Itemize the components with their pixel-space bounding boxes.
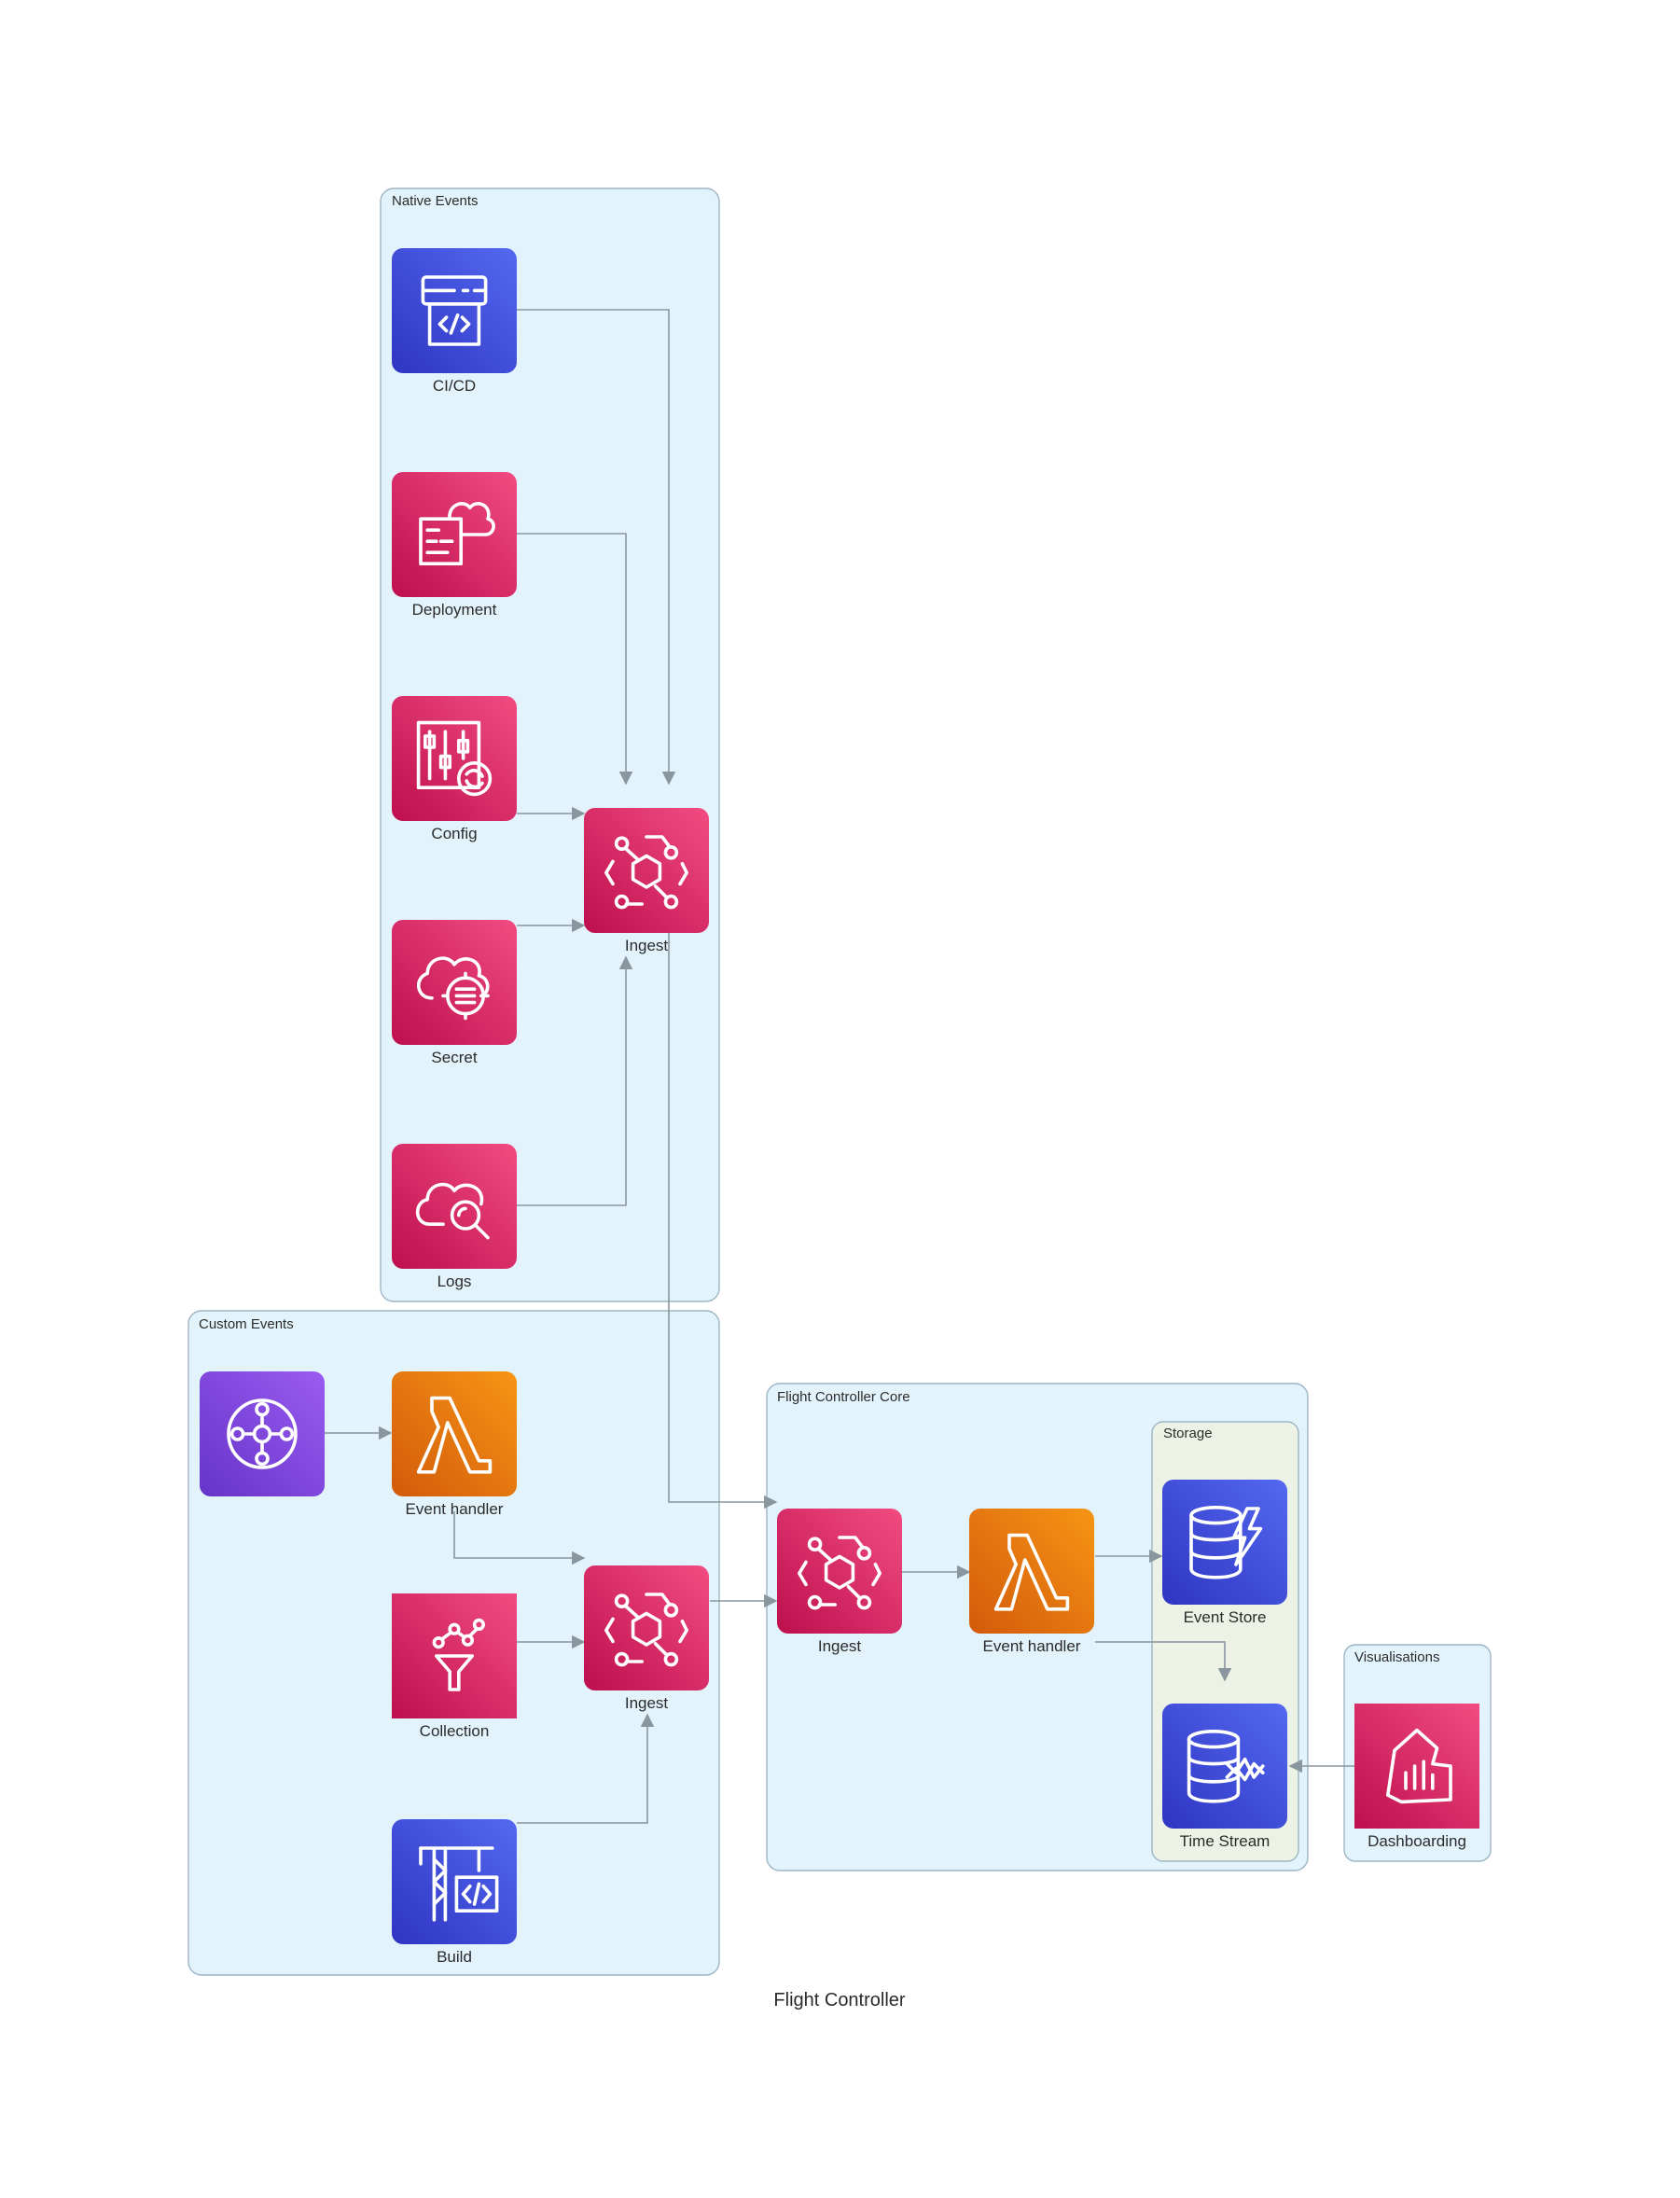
node-build[interactable]: Build	[392, 1819, 517, 1966]
cluster-label: Flight Controller Core	[777, 1389, 910, 1405]
node-event-store[interactable]: Event Store	[1162, 1480, 1287, 1626]
node-label: Time Stream	[1180, 1832, 1270, 1850]
cluster-label: Custom Events	[199, 1316, 294, 1332]
node-label: Ingest	[625, 937, 669, 954]
node-custom-ingest[interactable]: Ingest	[584, 1565, 709, 1712]
node-label: Event handler	[406, 1500, 504, 1518]
node-collection[interactable]: Collection	[392, 1593, 517, 1740]
cluster-label: Visualisations	[1354, 1649, 1439, 1665]
node-label: Dashboarding	[1368, 1832, 1466, 1850]
node-core-ingest[interactable]: Ingest	[777, 1509, 902, 1655]
architecture-diagram: Native Events Custom Events Flight Contr…	[187, 188, 1492, 2010]
node-custom-source[interactable]	[200, 1371, 325, 1496]
node-label: Ingest	[625, 1694, 669, 1712]
node-label: Build	[437, 1948, 472, 1966]
node-label: Secret	[431, 1049, 477, 1066]
node-custom-handler[interactable]: Event handler	[392, 1371, 517, 1518]
node-label: Logs	[437, 1273, 472, 1290]
node-dashboarding[interactable]: Dashboarding	[1354, 1704, 1479, 1850]
node-config[interactable]: Config	[392, 696, 517, 842]
node-label: Collection	[420, 1722, 490, 1740]
node-label: Event handler	[983, 1637, 1081, 1655]
node-native-ingest[interactable]: Ingest	[584, 808, 709, 954]
node-deployment[interactable]: Deployment	[392, 472, 517, 619]
node-label: Deployment	[412, 601, 497, 619]
node-logs[interactable]: Logs	[392, 1144, 517, 1290]
node-cicd[interactable]: CI/CD	[392, 248, 517, 395]
node-time-stream[interactable]: Time Stream	[1162, 1704, 1287, 1850]
node-label: Ingest	[818, 1637, 862, 1655]
node-label: Config	[431, 825, 477, 842]
diagram-title: Flight Controller	[773, 1990, 906, 2010]
node-label: CI/CD	[433, 377, 476, 395]
node-core-handler[interactable]: Event handler	[969, 1509, 1094, 1655]
node-secret[interactable]: Secret	[392, 920, 517, 1066]
node-label: Event Store	[1184, 1608, 1267, 1626]
cluster-label: Native Events	[392, 193, 479, 209]
cluster-label: Storage	[1163, 1426, 1213, 1441]
